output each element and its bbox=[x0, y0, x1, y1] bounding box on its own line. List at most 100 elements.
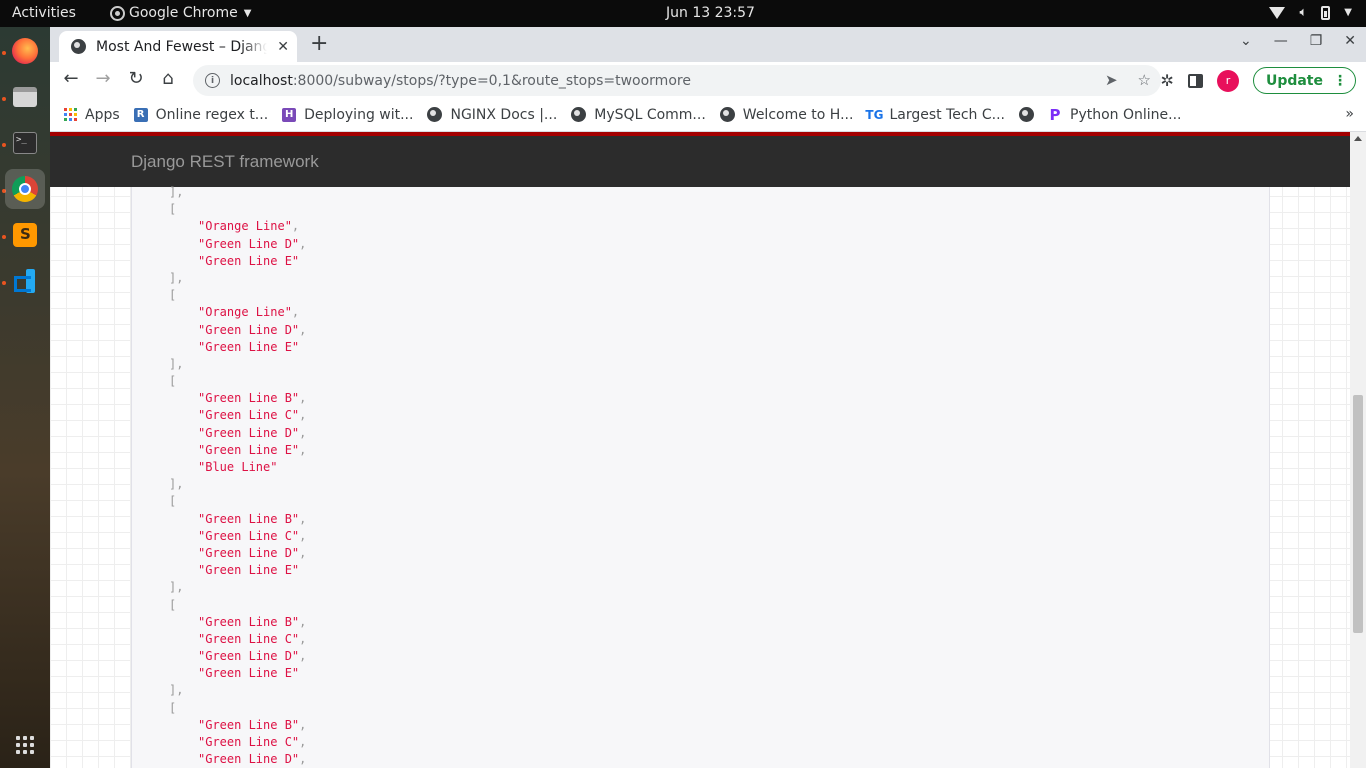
json-string-line: "Green Line D", bbox=[198, 425, 307, 440]
globe-icon bbox=[719, 107, 735, 122]
drf-navbar: Django REST framework bbox=[50, 136, 1350, 187]
json-string-line: "Green Line D", bbox=[198, 236, 307, 251]
json-punct-line: [ bbox=[169, 700, 177, 715]
json-punct-line: [ bbox=[169, 288, 177, 303]
tab-active[interactable]: Most And Fewest – Django REST framework … bbox=[59, 31, 297, 62]
show-applications[interactable] bbox=[5, 725, 45, 765]
browser-toolbar: ← → ↻ ⌂ i localhost:8000/subway/stops/?t… bbox=[50, 62, 1366, 98]
json-string-line: "Green Line C", bbox=[198, 631, 307, 646]
maximize-icon[interactable]: ❐ bbox=[1310, 33, 1323, 49]
bookmark-item[interactable]: Welcome to H... bbox=[719, 106, 854, 123]
json-string-line: "Green Line C", bbox=[198, 528, 307, 543]
extensions-puzzle-icon[interactable]: ✲ bbox=[1161, 71, 1174, 90]
volume-icon: 🔈︎ bbox=[1299, 5, 1308, 20]
bookmark-item[interactable] bbox=[1019, 107, 1034, 122]
scroll-up-arrow-icon[interactable] bbox=[1354, 136, 1362, 141]
update-button[interactable]: Update ⋮ bbox=[1252, 67, 1356, 94]
close-tab-icon[interactable]: ✕ bbox=[277, 39, 289, 55]
bookmark-item[interactable]: TG Largest Tech C... bbox=[865, 106, 1005, 123]
json-string-line: "Orange Line", bbox=[198, 219, 300, 234]
system-tray[interactable]: 🔈︎ ▼ bbox=[1269, 5, 1352, 20]
globe-icon bbox=[571, 107, 587, 122]
close-window-icon[interactable]: ✕ bbox=[1344, 33, 1356, 49]
bookmarks-overflow-icon[interactable]: » bbox=[1345, 106, 1354, 122]
json-string-line: "Green Line D", bbox=[198, 649, 307, 664]
minimize-icon[interactable]: — bbox=[1274, 33, 1288, 49]
dock-terminal[interactable]: >_ bbox=[5, 123, 45, 163]
bookmark-label: NGINX Docs |... bbox=[450, 106, 558, 123]
profile-avatar[interactable]: r bbox=[1216, 69, 1239, 92]
json-string-line: "Green Line B", bbox=[198, 717, 307, 732]
update-label: Update bbox=[1265, 72, 1323, 89]
json-punct-line: [ bbox=[169, 597, 177, 612]
bookmark-item[interactable]: P Python Online... bbox=[1048, 105, 1182, 124]
json-punct-line: ], bbox=[169, 580, 184, 595]
bookmark-item[interactable]: Apps bbox=[64, 107, 120, 123]
back-icon[interactable]: ← bbox=[59, 68, 83, 89]
bookmark-item[interactable]: R Online regex t... bbox=[133, 107, 268, 123]
json-punct-line: ], bbox=[169, 185, 184, 199]
json-string-line: "Blue Line" bbox=[198, 460, 278, 474]
terminal-icon: >_ bbox=[13, 132, 37, 154]
forward-icon[interactable]: → bbox=[91, 68, 115, 89]
scrollbar-thumb[interactable] bbox=[1353, 395, 1363, 633]
side-panel-icon[interactable] bbox=[1187, 73, 1203, 88]
bookmark-item[interactable]: NGINX Docs |... bbox=[427, 107, 557, 123]
bookmark-item[interactable]: H Deploying wit... bbox=[282, 107, 413, 123]
bookmark-label: Welcome to H... bbox=[742, 106, 854, 123]
json-response: ], [ "Orange Line", "Green Line D", "Green L… bbox=[169, 184, 306, 768]
json-string-line: "Green Line B", bbox=[198, 614, 307, 629]
clock[interactable]: Jun 13 23:57 bbox=[666, 5, 755, 21]
site-info-icon[interactable]: i bbox=[205, 73, 220, 88]
firefox-icon bbox=[12, 38, 38, 64]
dock-chrome[interactable] bbox=[5, 169, 45, 209]
json-punct-line: [ bbox=[169, 494, 177, 509]
wifi-icon bbox=[1269, 6, 1286, 19]
bookmark-label: Python Online... bbox=[1070, 106, 1182, 123]
files-icon bbox=[13, 87, 37, 107]
bookmark-item[interactable]: MySQL Comm... bbox=[571, 107, 706, 123]
json-punct-line: ], bbox=[169, 683, 184, 698]
tab-strip: Most And Fewest – Django REST framework … bbox=[50, 27, 1366, 62]
page-viewport[interactable]: Django REST framework ], [ "Orange Line", "… bbox=[50, 132, 1366, 768]
tab-title: Most And Fewest – Django REST framework bbox=[96, 38, 268, 55]
caret-down-icon: ▼ bbox=[243, 7, 252, 19]
apps-grid-icon bbox=[64, 108, 77, 121]
page-scrollbar[interactable] bbox=[1350, 132, 1366, 768]
power-menu-caret-icon: ▼ bbox=[1344, 7, 1352, 18]
address-bar[interactable]: i localhost:8000/subway/stops/?type=0,1&… bbox=[193, 65, 1161, 96]
more-vert-icon: ⋮ bbox=[1333, 72, 1347, 89]
dock-sublime[interactable] bbox=[5, 215, 45, 255]
tab-search-icon[interactable]: ⌄ bbox=[1240, 33, 1252, 49]
url-text: localhost:8000/subway/stops/?type=0,1&ro… bbox=[230, 72, 691, 89]
favicon-icon: R bbox=[133, 107, 148, 122]
send-icon[interactable]: ➤ bbox=[1105, 71, 1118, 89]
dock-vscode[interactable] bbox=[5, 261, 45, 301]
bookmark-label: Largest Tech C... bbox=[889, 106, 1005, 123]
json-punct-line: [ bbox=[169, 202, 177, 217]
reload-icon[interactable]: ↻ bbox=[124, 68, 148, 89]
activities-button[interactable]: Activities bbox=[12, 5, 76, 21]
json-string-line: "Green Line E" bbox=[198, 339, 300, 354]
json-string-line: "Orange Line", bbox=[198, 305, 300, 320]
dock: >_ bbox=[0, 27, 50, 768]
favicon-icon: P bbox=[1049, 105, 1061, 124]
json-string-line: "Green Line D", bbox=[198, 545, 307, 560]
json-string-line: "Green Line E" bbox=[198, 253, 300, 268]
toolbar-actions: ✲ r Update ⋮ bbox=[1161, 67, 1356, 94]
json-punct-line: ], bbox=[169, 356, 184, 371]
json-string-line: "Green Line C", bbox=[198, 735, 307, 749]
dock-firefox[interactable] bbox=[5, 31, 45, 71]
new-tab-button[interactable]: + bbox=[310, 31, 328, 56]
vscode-icon bbox=[13, 269, 37, 293]
bookmarks-bar: Apps R Online regex t... H Deploying wit... N… bbox=[50, 98, 1366, 132]
json-string-line: "Green Line B", bbox=[198, 511, 307, 526]
json-punct-line: [ bbox=[169, 374, 177, 389]
brand-link[interactable]: Django REST framework bbox=[131, 152, 319, 172]
home-icon[interactable]: ⌂ bbox=[156, 68, 180, 89]
app-menu[interactable]: Google Chrome ▼ bbox=[110, 5, 251, 21]
bookmark-label: Deploying wit... bbox=[304, 106, 414, 123]
bookmark-star-icon[interactable]: ☆ bbox=[1138, 71, 1151, 89]
sublime-text-icon bbox=[13, 223, 37, 247]
dock-files[interactable] bbox=[5, 77, 45, 117]
